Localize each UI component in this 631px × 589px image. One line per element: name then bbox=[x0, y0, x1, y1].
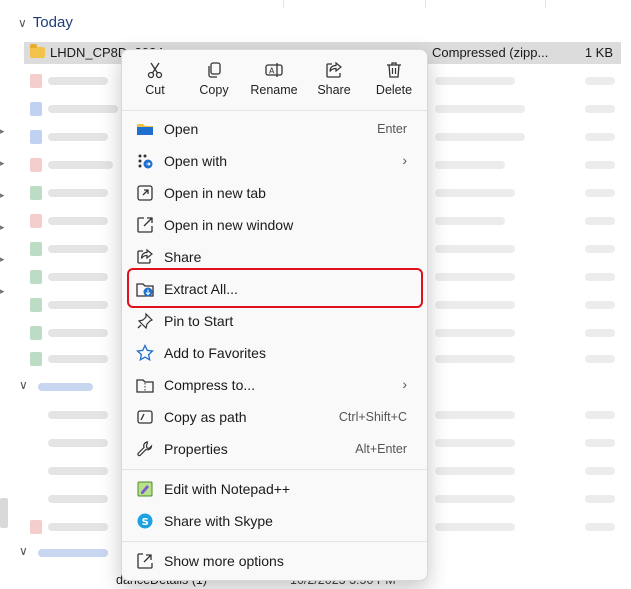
menu-item-label: Show more options bbox=[164, 553, 284, 569]
compress-icon bbox=[136, 379, 154, 393]
chevron-right-icon: › bbox=[402, 376, 407, 392]
copy-path-icon bbox=[137, 410, 153, 424]
menu-item-copy-as-path[interactable]: Copy as path Ctrl+Shift+C bbox=[128, 402, 421, 432]
menu-item-label: Copy as path bbox=[164, 409, 247, 425]
more-options-icon bbox=[137, 553, 153, 569]
copy-button[interactable]: Copy bbox=[186, 60, 242, 104]
cut-label: Cut bbox=[145, 83, 165, 97]
menu-item-label: Open bbox=[164, 121, 199, 137]
share-icon bbox=[326, 61, 342, 78]
menu-item-label: Edit with Notepad++ bbox=[164, 481, 291, 497]
menu-item-label: Compress to... bbox=[164, 377, 256, 393]
menu-item-open-with[interactable]: Open with › bbox=[128, 146, 421, 176]
menu-item-properties[interactable]: Properties Alt+Enter bbox=[128, 434, 421, 464]
new-window-icon bbox=[137, 217, 153, 233]
menu-item-open-in-new-window[interactable]: Open in new window bbox=[128, 210, 421, 240]
svg-text:A: A bbox=[269, 67, 275, 76]
chevron-down-icon: ∨ bbox=[18, 15, 27, 30]
chevron-right-icon[interactable]: ▸ bbox=[0, 190, 6, 200]
menu-item-label: Open with bbox=[164, 153, 228, 169]
menu-item-show-more-options[interactable]: Show more options bbox=[128, 546, 421, 576]
zip-folder-icon bbox=[30, 44, 45, 58]
star-icon bbox=[136, 344, 154, 362]
menu-separator bbox=[122, 110, 427, 111]
context-menu-toolbar: Cut Copy A Rename Share Delete bbox=[122, 50, 427, 106]
menu-item-label: Pin to Start bbox=[164, 313, 234, 329]
share-icon bbox=[137, 248, 153, 264]
menu-item-pin-to-start[interactable]: Pin to Start bbox=[128, 306, 421, 336]
menu-item-share-with-skype[interactable]: S Share with Skype bbox=[128, 506, 421, 536]
chevron-right-icon: › bbox=[402, 152, 407, 168]
menu-item-open[interactable]: Open Enter bbox=[128, 114, 421, 144]
cut-button[interactable]: Cut bbox=[127, 60, 183, 104]
nav-pane-scroll-thumb[interactable] bbox=[0, 498, 8, 528]
wrench-icon bbox=[137, 441, 153, 457]
menu-item-label: Open in new window bbox=[164, 217, 294, 233]
column-divider[interactable] bbox=[545, 0, 546, 8]
chevron-right-icon[interactable]: ▸ bbox=[0, 222, 6, 232]
delete-button[interactable]: Delete bbox=[366, 60, 422, 104]
rename-icon: A bbox=[265, 63, 283, 77]
skype-icon: S bbox=[137, 513, 153, 529]
chevron-down-icon[interactable]: ∨ bbox=[19, 378, 28, 392]
menu-item-label: Properties bbox=[164, 441, 228, 457]
menu-item-shortcut: Alt+Enter bbox=[355, 442, 407, 456]
share-label: Share bbox=[317, 83, 351, 97]
new-tab-icon bbox=[137, 185, 153, 201]
menu-separator bbox=[122, 469, 427, 470]
context-menu: Cut Copy A Rename Share Delete Open Ente… bbox=[121, 49, 428, 581]
column-divider[interactable] bbox=[283, 0, 284, 8]
menu-item-label: Add to Favorites bbox=[164, 345, 266, 361]
extract-all-highlight bbox=[127, 268, 423, 308]
menu-item-shortcut: Enter bbox=[377, 122, 407, 136]
rename-button[interactable]: A Rename bbox=[245, 60, 303, 104]
menu-separator bbox=[122, 541, 427, 542]
menu-item-shortcut: Ctrl+Shift+C bbox=[338, 410, 407, 424]
open-with-icon bbox=[138, 154, 153, 169]
chevron-down-icon[interactable]: ∨ bbox=[19, 544, 28, 558]
menu-item-edit-with-notepadpp[interactable]: Edit with Notepad++ bbox=[128, 474, 421, 504]
menu-item-add-to-favorites[interactable]: Add to Favorites bbox=[128, 338, 421, 368]
chevron-right-icon[interactable]: ▸ bbox=[0, 126, 6, 136]
menu-item-open-in-new-tab[interactable]: Open in new tab bbox=[128, 178, 421, 208]
notepadpp-icon bbox=[137, 481, 153, 497]
pin-icon bbox=[137, 312, 154, 330]
share-button[interactable]: Share bbox=[306, 60, 362, 104]
trash-icon bbox=[387, 62, 401, 78]
chevron-right-icon[interactable]: ▸ bbox=[0, 158, 6, 168]
file-type: Compressed (zipp... bbox=[432, 45, 549, 60]
copy-label: Copy bbox=[199, 83, 229, 97]
group-header-today[interactable]: ∨ Today bbox=[18, 14, 73, 31]
file-size: 1 KB bbox=[584, 45, 613, 60]
rename-label: Rename bbox=[250, 83, 298, 97]
svg-text:S: S bbox=[142, 517, 149, 528]
chevron-right-icon[interactable]: ▸ bbox=[0, 254, 6, 264]
menu-item-label: Open in new tab bbox=[164, 185, 266, 201]
scissors-icon bbox=[147, 62, 163, 79]
copy-icon bbox=[208, 62, 221, 78]
group-title: Today bbox=[32, 14, 73, 31]
delete-label: Delete bbox=[375, 83, 413, 97]
column-divider[interactable] bbox=[425, 0, 426, 8]
folder-open-icon bbox=[137, 124, 153, 135]
menu-item-label: Share with Skype bbox=[164, 513, 273, 529]
menu-item-compress-to[interactable]: Compress to... › bbox=[128, 370, 421, 400]
menu-item-label: Share bbox=[164, 249, 202, 265]
chevron-right-icon[interactable]: ▸ bbox=[0, 286, 6, 296]
